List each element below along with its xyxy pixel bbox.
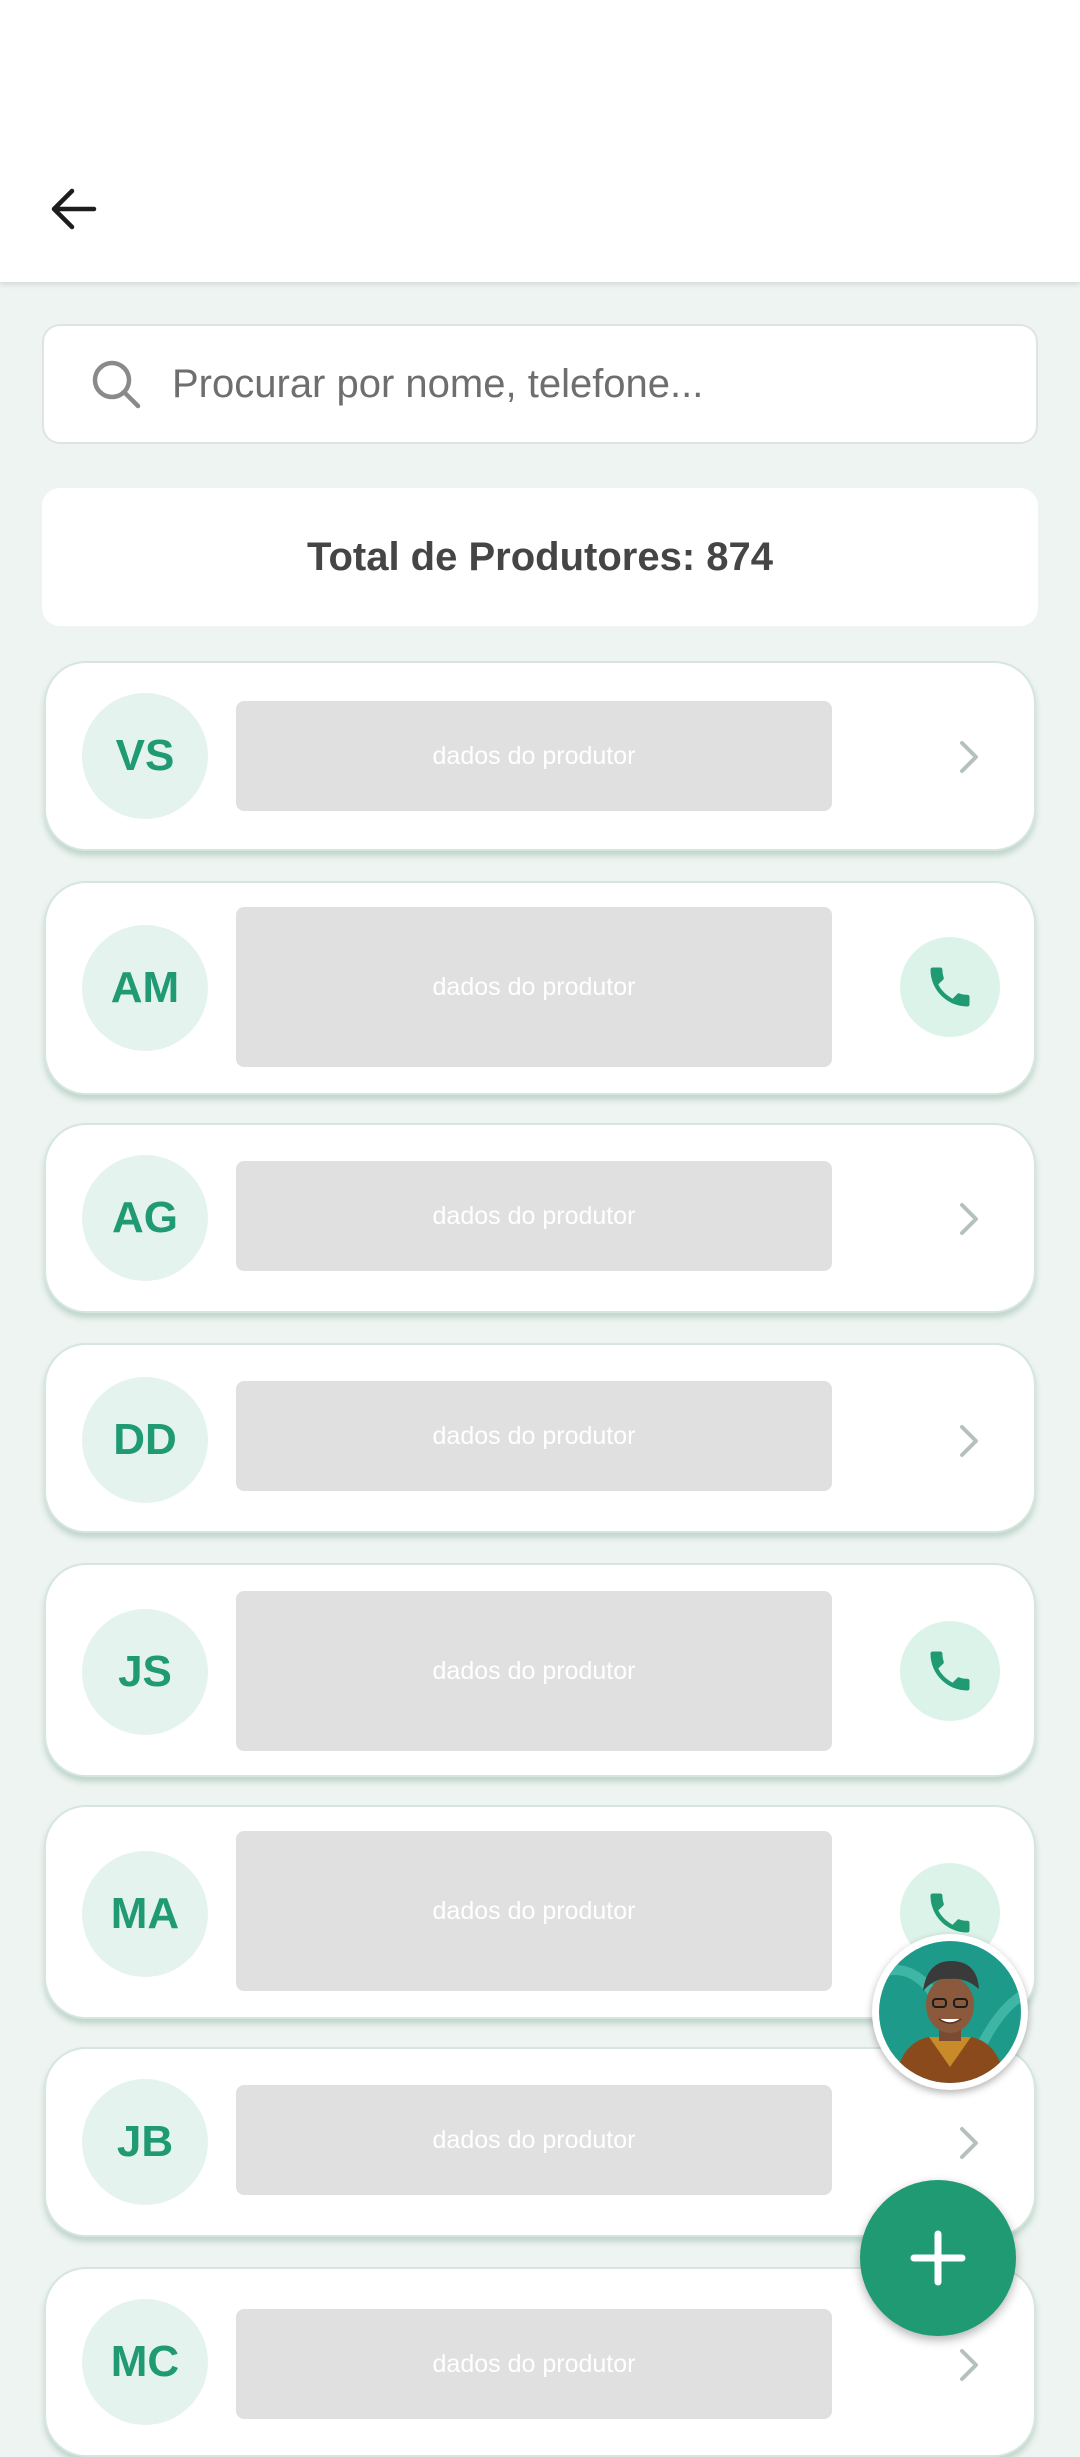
avatar: MC: [82, 2299, 208, 2425]
producer-data: dados do produtor: [236, 2085, 832, 2195]
avatar: AG: [82, 1155, 208, 1281]
producer-data: dados do produtor: [236, 1831, 832, 1991]
producer-card[interactable]: DD dados do produtor: [44, 1343, 1036, 1533]
call-button[interactable]: [900, 1621, 1000, 1721]
producer-data: dados do produtor: [236, 701, 832, 811]
producer-data: dados do produtor: [236, 1381, 832, 1491]
chevron-right-icon: [960, 1425, 978, 1457]
chevron-right-icon: [960, 2127, 978, 2159]
producer-card[interactable]: VS dados do produtor: [44, 661, 1036, 851]
avatar: DD: [82, 1377, 208, 1503]
producer-data: dados do produtor: [236, 907, 832, 1067]
chevron-right-icon: [960, 1203, 978, 1235]
producer-data: dados do produtor: [236, 2309, 832, 2419]
assistant-avatar-button[interactable]: [872, 1934, 1028, 2090]
phone-icon: [930, 1651, 970, 1691]
producer-data: dados do produtor: [236, 1591, 832, 1751]
phone-icon: [930, 967, 970, 1007]
add-producer-button[interactable]: [860, 2180, 1016, 2336]
chevron-right-icon: [960, 2349, 978, 2381]
producer-card[interactable]: AG dados do produtor: [44, 1123, 1036, 1313]
chevron-right-icon: [960, 741, 978, 773]
avatar: AM: [82, 925, 208, 1051]
avatar: MA: [82, 1851, 208, 1977]
producer-data: dados do produtor: [236, 1161, 832, 1271]
producer-card[interactable]: JS dados do produtor: [44, 1563, 1036, 1777]
plus-icon: [910, 2230, 966, 2286]
producer-card[interactable]: AM dados do produtor: [44, 881, 1036, 1095]
avatar: JS: [82, 1609, 208, 1735]
phone-icon: [930, 1893, 970, 1933]
call-button[interactable]: [900, 937, 1000, 1037]
avatar: VS: [82, 693, 208, 819]
avatar: JB: [82, 2079, 208, 2205]
assistant-avatar-icon: [879, 1941, 1021, 2083]
